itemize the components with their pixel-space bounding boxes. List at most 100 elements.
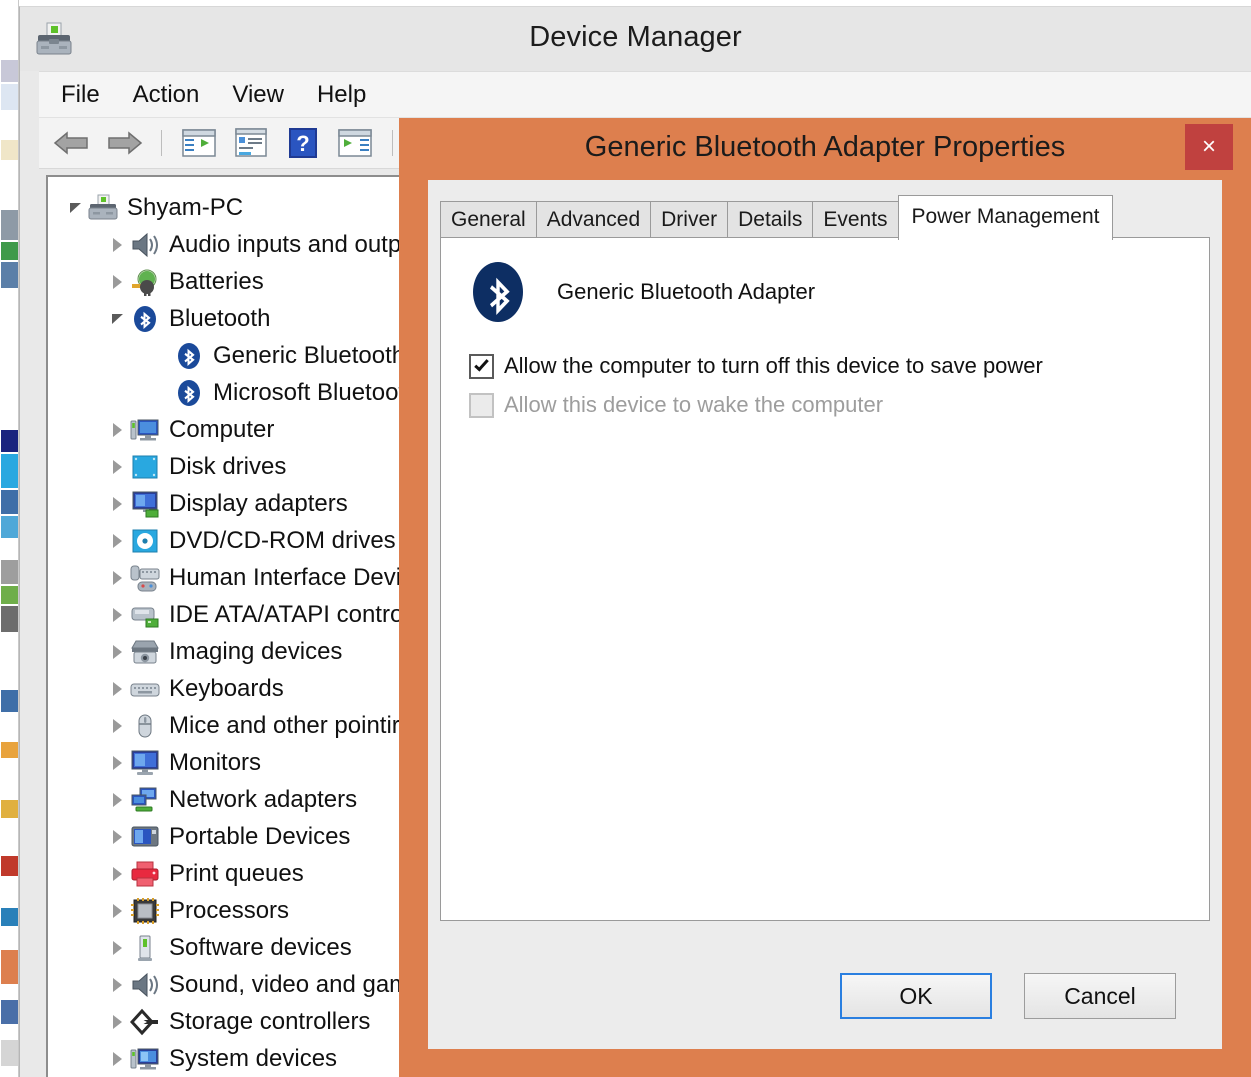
menu-bar: File Action View Help: [39, 71, 1251, 117]
menu-help[interactable]: Help: [317, 81, 366, 109]
system-device-icon: [130, 1045, 160, 1073]
dialog-body: General Advanced Driver Details Events Power …: [428, 180, 1222, 1049]
dialog-title: Generic Bluetooth Adapter Properties: [584, 131, 1066, 163]
portable-device-icon: [130, 823, 160, 851]
background-window-strip[interactable]: [0, 0, 19, 1077]
show-hide-console-tree-icon[interactable]: [178, 123, 220, 163]
dvd-drive-icon: [130, 527, 160, 555]
tree-item-label: Print queues: [169, 859, 304, 887]
storage-controller-icon: [129, 1008, 160, 1036]
chevron-down-icon[interactable]: [104, 313, 130, 324]
menu-view[interactable]: View: [232, 81, 284, 109]
chevron-right-icon[interactable]: [104, 274, 130, 289]
tab-general[interactable]: General: [440, 201, 537, 238]
cancel-button[interactable]: Cancel: [1024, 973, 1176, 1019]
tab-details[interactable]: Details: [727, 201, 814, 238]
hid-icon: [130, 564, 160, 592]
tree-item-label: IDE ATA/ATAPI contro: [169, 600, 404, 628]
checkbox-allow-turn-off[interactable]: [469, 353, 494, 379]
chevron-right-icon[interactable]: [104, 792, 130, 807]
disk-drive-icon: [130, 453, 160, 481]
tree-item-label: Imaging devices: [169, 637, 343, 665]
imaging-device-icon: [130, 638, 160, 666]
tab-power-management[interactable]: Power Management: [897, 195, 1114, 240]
tree-item-label: Mice and other pointir: [169, 711, 400, 739]
menu-file[interactable]: File: [61, 81, 100, 109]
menu-action[interactable]: Action: [133, 81, 200, 109]
chevron-right-icon[interactable]: [104, 866, 130, 881]
chevron-right-icon[interactable]: [104, 1051, 130, 1066]
tab-events[interactable]: Events: [812, 201, 899, 238]
checkbox-allow-wake: [469, 392, 494, 418]
computer-root-icon: [88, 194, 118, 222]
device-properties-dialog: Generic Bluetooth Adapter Properties × G…: [399, 118, 1251, 1077]
toolbar-separator: [392, 130, 393, 156]
ide-controller-icon: [130, 601, 160, 629]
tree-item-label: Human Interface Devic: [169, 563, 414, 591]
bluetooth-icon: [174, 379, 204, 407]
tree-item-label: System devices: [169, 1044, 338, 1072]
computer-icon: [130, 416, 160, 444]
tree-item-label: Software devices: [169, 933, 352, 961]
dialog-button-row: OK Cancel: [428, 973, 1222, 1023]
update-driver-icon[interactable]: [334, 123, 376, 163]
chevron-right-icon[interactable]: [104, 1014, 130, 1029]
tree-item-label: Keyboards: [169, 674, 284, 702]
tree-item-label: Display adapters: [169, 489, 348, 517]
tab-driver[interactable]: Driver: [650, 201, 729, 238]
chevron-right-icon[interactable]: [104, 903, 130, 918]
chevron-right-icon[interactable]: [104, 829, 130, 844]
chevron-right-icon[interactable]: [104, 459, 130, 474]
chevron-right-icon[interactable]: [104, 681, 130, 696]
tab-advanced[interactable]: Advanced: [535, 201, 652, 238]
tree-item-label: Network adapters: [169, 785, 358, 813]
window-title: Device Manager: [529, 21, 742, 53]
tree-item-label: Generic Bluetooth: [213, 341, 406, 369]
help-icon[interactable]: ?: [282, 123, 324, 163]
tree-item-label: Processors: [169, 896, 290, 924]
chevron-right-icon[interactable]: [104, 644, 130, 659]
chevron-right-icon[interactable]: [104, 237, 130, 252]
tree-item-label: Batteries: [169, 267, 264, 295]
checkbox-allow-wake-row: Allow this device to wake the computer: [469, 392, 883, 418]
device-header: Generic Bluetooth Adapter: [471, 260, 815, 324]
dialog-titlebar[interactable]: Generic Bluetooth Adapter Properties ×: [399, 118, 1251, 180]
software-device-icon: [130, 934, 160, 962]
speaker-icon: [130, 971, 160, 999]
close-icon[interactable]: ×: [1185, 124, 1233, 170]
chevron-right-icon[interactable]: [104, 570, 130, 585]
checkbox-allow-turn-off-label: Allow the computer to turn off this devi…: [504, 353, 1043, 378]
properties-icon[interactable]: [230, 123, 272, 163]
forward-icon[interactable]: [103, 123, 145, 163]
tree-item-label: Bluetooth: [169, 304, 271, 332]
chevron-right-icon[interactable]: [104, 496, 130, 511]
network-adapter-icon: [130, 786, 160, 814]
chevron-down-icon[interactable]: [62, 202, 88, 213]
checkbox-allow-wake-label: Allow this device to wake the computer: [504, 392, 884, 417]
window-titlebar[interactable]: Device Manager: [20, 7, 1251, 71]
tree-item-label: Computer: [169, 415, 275, 443]
checkbox-allow-turn-off-row[interactable]: Allow the computer to turn off this devi…: [469, 353, 1043, 379]
chevron-right-icon[interactable]: [104, 533, 130, 548]
chevron-right-icon[interactable]: [104, 422, 130, 437]
battery-icon: [130, 268, 160, 296]
ok-button[interactable]: OK: [840, 973, 992, 1019]
chevron-right-icon[interactable]: [104, 755, 130, 770]
svg-text:?: ?: [296, 131, 309, 156]
chevron-right-icon[interactable]: [104, 940, 130, 955]
display-adapter-icon: [130, 490, 160, 518]
tree-item-label: Audio inputs and outp: [169, 230, 402, 258]
speaker-icon: [130, 231, 160, 259]
tree-item-label: Sound, video and gam: [169, 970, 410, 998]
tree-item-label: Disk drives: [169, 452, 287, 480]
tree-item-label: Shyam-PC: [127, 193, 244, 221]
tree-item-label: Microsoft Bluetoot: [213, 378, 406, 406]
back-icon[interactable]: [51, 123, 93, 163]
chevron-right-icon[interactable]: [104, 718, 130, 733]
chevron-right-icon[interactable]: [104, 977, 130, 992]
chevron-right-icon[interactable]: [104, 607, 130, 622]
tab-strip: General Advanced Driver Details Events Power …: [440, 195, 1210, 240]
processor-icon: [130, 897, 160, 925]
tree-item-label: Portable Devices: [169, 822, 351, 850]
tab-panel-power-management: Generic Bluetooth Adapter Allow the comp…: [440, 237, 1210, 921]
